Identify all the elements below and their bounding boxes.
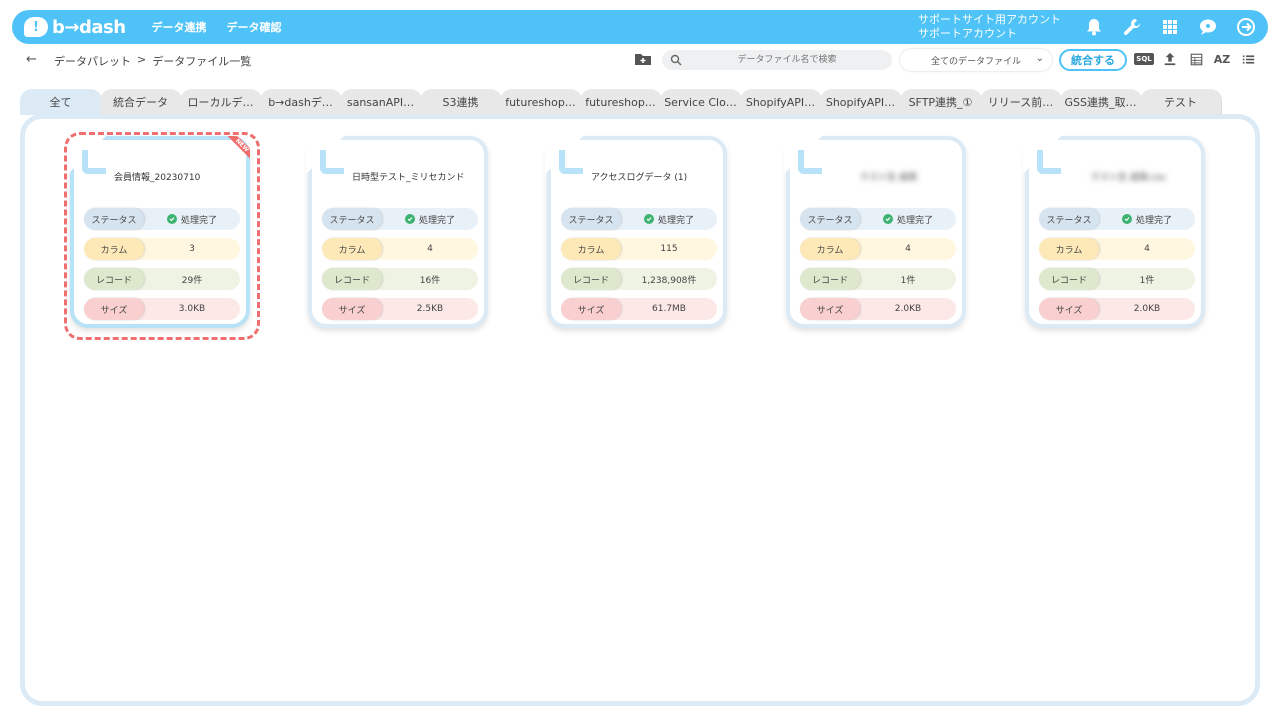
- grid-icon[interactable]: [1160, 17, 1180, 37]
- tab-s3[interactable]: S3連携: [420, 89, 502, 115]
- column-row: カラム 115: [561, 238, 717, 260]
- chat-icon[interactable]: [1198, 17, 1218, 37]
- sort-az-icon[interactable]: AZ: [1213, 50, 1231, 68]
- file-icon: [320, 150, 344, 174]
- account-info[interactable]: サポートサイト用アカウント サポートアカウント: [918, 13, 1061, 41]
- tab-sftp[interactable]: SFTP連携_①: [900, 89, 982, 115]
- tab-bdash-data[interactable]: b→dashデ…: [260, 89, 342, 115]
- tab-pre-release[interactable]: リリース前…: [980, 89, 1062, 115]
- record-row: レコード 29件: [84, 268, 240, 290]
- folder-add-icon[interactable]: [634, 51, 652, 67]
- tab-sansan-api[interactable]: sansanAPI…: [340, 89, 422, 115]
- status-row: ステータス 処理完了: [1039, 208, 1195, 230]
- brand-name: b→dash: [52, 16, 126, 38]
- record-row: レコード 1,238,908件: [561, 268, 717, 290]
- folder-tabs: 全て 統合データ ローカルデ… b→dashデ… sansanAPI… S3連携…: [20, 89, 1222, 115]
- list-view-icon[interactable]: [1240, 50, 1256, 68]
- status-row: ステータス 処理完了: [322, 208, 478, 230]
- size-row: サイズ 61.7MB: [561, 298, 717, 320]
- breadcrumb-parent[interactable]: データパレット: [54, 53, 131, 69]
- tab-all[interactable]: 全て: [20, 89, 102, 115]
- nav-data-check[interactable]: データ確認: [227, 19, 282, 35]
- tab-service-cloud[interactable]: Service Clo…: [660, 89, 742, 115]
- check-circle-icon: [404, 214, 415, 224]
- size-row: サイズ 2.0KB: [800, 298, 956, 320]
- tab-futureshop-2[interactable]: futureshop…: [580, 89, 662, 115]
- tab-gss[interactable]: GSS連携_取…: [1060, 89, 1142, 115]
- sql-label: SQL: [1134, 53, 1154, 65]
- logo-icon: !: [24, 17, 48, 37]
- size-row: サイズ 2.5KB: [322, 298, 478, 320]
- column-row: カラム 4: [800, 238, 956, 260]
- check-circle-icon: [1121, 214, 1132, 224]
- back-arrow-icon[interactable]: ←: [26, 52, 37, 67]
- file-icon: [1037, 150, 1061, 174]
- tab-integrated-data[interactable]: 統合データ: [100, 89, 182, 115]
- file-card[interactable]: 日時型テスト_ミリセカンド ステータス 処理完了 カラム 4 レコード 16件 サイズ…: [306, 134, 488, 328]
- brand-logo[interactable]: ! b→dash: [24, 17, 126, 38]
- file-card[interactable]: アクセスログデータ (1) ステータス 処理完了 カラム 115 レコード 1,238…: [545, 134, 727, 328]
- column-row: カラム 3: [84, 238, 240, 260]
- file-filter-value: 全てのデータファイル: [930, 56, 1021, 67]
- file-name: アクセスログデータ (1): [591, 173, 688, 183]
- sub-toolbar: ← データパレット > データファイル一覧 全てのデータファイル ⌄ 統合する …: [12, 46, 1268, 74]
- check-circle-icon: [643, 214, 654, 224]
- tab-shopify-api-1[interactable]: ShopifyAPI…: [740, 89, 822, 115]
- tab-local-data[interactable]: ローカルデ…: [180, 89, 262, 115]
- file-name: 会員情報_20230710: [114, 173, 201, 183]
- breadcrumb-separator: >: [137, 53, 147, 66]
- file-card[interactable]: NEW 会員情報_20230710 ステータス 処理完了 カラム 3 レコード 29件…: [68, 134, 250, 328]
- sort-az-label: AZ: [1213, 52, 1231, 66]
- size-row: サイズ 2.0KB: [1039, 298, 1195, 320]
- upload-icon[interactable]: [1162, 50, 1178, 68]
- column-row: カラム 4: [322, 238, 478, 260]
- column-row: カラム 4: [1039, 238, 1195, 260]
- record-row: レコード 1件: [800, 268, 956, 290]
- search-input[interactable]: [662, 50, 892, 70]
- file-card[interactable]: テスト生 成用.csv ステータス 処理完了 カラム 4 レコード 1件 サイズ 2.0…: [1023, 134, 1205, 328]
- record-row: レコード 1件: [1039, 268, 1195, 290]
- check-circle-icon: [166, 214, 177, 224]
- breadcrumb-current: データファイル一覧: [152, 55, 252, 68]
- file-name: テスト生 成用.csv: [1091, 173, 1166, 183]
- account-site-name: サポートサイト用アカウント: [918, 13, 1061, 26]
- file-name: 日時型テスト_ミリセカンド: [352, 173, 465, 183]
- file-icon: [798, 150, 822, 174]
- search-icon: [670, 54, 682, 66]
- table-view-icon[interactable]: [1188, 50, 1204, 68]
- sql-icon[interactable]: SQL: [1134, 50, 1154, 68]
- file-icon: [82, 150, 106, 174]
- merge-button[interactable]: 統合する: [1059, 49, 1127, 71]
- file-card[interactable]: テスト生 成用 ステータス 処理完了 カラム 4 レコード 1件 サイズ 2.0KB: [784, 134, 966, 328]
- chevron-down-icon: ⌄: [1035, 53, 1044, 64]
- tab-futureshop-1[interactable]: futureshop…: [500, 89, 582, 115]
- file-icon: [559, 150, 583, 174]
- check-circle-icon: [882, 214, 893, 224]
- file-filter-select[interactable]: 全てのデータファイル ⌄: [900, 49, 1052, 71]
- wrench-icon[interactable]: [1122, 17, 1142, 37]
- tab-test[interactable]: テスト: [1140, 89, 1222, 115]
- size-row: サイズ 3.0KB: [84, 298, 240, 320]
- account-user-name: サポートアカウント: [918, 27, 1017, 40]
- top-nav-bar: ! b→dash データ連携 データ確認 サポートサイト用アカウント サポートア…: [12, 10, 1268, 44]
- status-row: ステータス 処理完了: [800, 208, 956, 230]
- record-row: レコード 16件: [322, 268, 478, 290]
- breadcrumb: データパレット > データファイル一覧: [54, 53, 251, 69]
- nav-data-integration[interactable]: データ連携: [152, 19, 207, 35]
- status-row: ステータス 処理完了: [561, 208, 717, 230]
- logout-icon[interactable]: [1236, 17, 1256, 37]
- tab-shopify-api-2[interactable]: ShopifyAPI…: [820, 89, 902, 115]
- file-name: テスト生 成用: [860, 173, 917, 183]
- status-row: ステータス 処理完了: [84, 208, 240, 230]
- bell-icon[interactable]: [1084, 17, 1104, 37]
- new-badge: NEW: [220, 136, 250, 166]
